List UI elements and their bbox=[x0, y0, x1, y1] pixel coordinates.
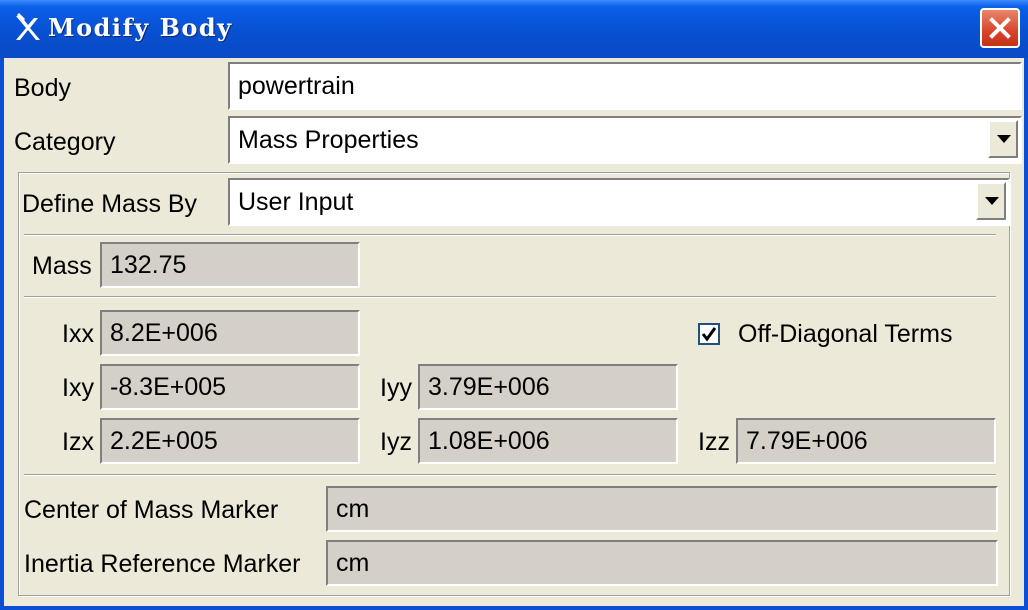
body-name-field[interactable]: powertrain bbox=[228, 62, 1022, 110]
checkmark-icon bbox=[701, 327, 717, 342]
iyz-field[interactable]: 1.08E+006 bbox=[418, 418, 678, 464]
body-label: Body bbox=[14, 74, 71, 102]
inertia-ref-field[interactable]: cm bbox=[326, 540, 998, 586]
category-dropdown-button[interactable] bbox=[988, 120, 1018, 158]
separator bbox=[24, 296, 996, 298]
ixx-label: Ixx bbox=[62, 320, 94, 348]
define-mass-select[interactable]: User Input bbox=[228, 178, 1010, 226]
inertia-ref-label: Inertia Reference Marker bbox=[24, 550, 301, 578]
off-diagonal-label[interactable]: Off-Diagonal Terms bbox=[738, 320, 952, 349]
ixy-field[interactable]: -8.3E+005 bbox=[100, 364, 360, 410]
close-button[interactable] bbox=[980, 8, 1020, 48]
ixx-field[interactable]: 8.2E+006 bbox=[100, 310, 360, 356]
cm-marker-label: Center of Mass Marker bbox=[24, 496, 279, 524]
define-mass-dropdown-button[interactable] bbox=[976, 182, 1006, 220]
category-label: Category bbox=[14, 128, 116, 156]
category-select[interactable]: Mass Properties bbox=[228, 116, 1022, 164]
separator bbox=[24, 474, 996, 476]
mass-field[interactable]: 132.75 bbox=[100, 242, 360, 288]
mass-label: Mass bbox=[32, 252, 92, 280]
modify-body-dialog: Modify Body Body powertrain Category Mas… bbox=[0, 0, 1028, 610]
cm-marker-field[interactable]: cm bbox=[326, 486, 998, 532]
iyz-label: Iyz bbox=[380, 428, 412, 456]
iyy-label: Iyy bbox=[380, 374, 412, 402]
izz-field[interactable]: 7.79E+006 bbox=[736, 418, 996, 464]
ixy-label: Ixy bbox=[62, 374, 94, 402]
define-mass-value: User Input bbox=[238, 188, 354, 216]
define-mass-label: Define Mass By bbox=[22, 190, 198, 218]
window-title: Modify Body bbox=[48, 13, 233, 42]
title-bar[interactable]: Modify Body bbox=[0, 0, 1028, 58]
category-value: Mass Properties bbox=[238, 126, 419, 154]
triangle-down-icon bbox=[997, 135, 1011, 143]
separator bbox=[24, 234, 996, 236]
izx-field[interactable]: 2.2E+005 bbox=[100, 418, 360, 464]
close-x-icon bbox=[989, 17, 1011, 39]
iyy-field[interactable]: 3.79E+006 bbox=[418, 364, 678, 410]
off-diagonal-checkbox[interactable] bbox=[698, 323, 720, 345]
izx-label: Izx bbox=[62, 428, 94, 456]
izz-label: Izz bbox=[698, 428, 730, 456]
triangle-down-icon bbox=[985, 197, 999, 205]
adams-logo-icon bbox=[16, 12, 40, 40]
